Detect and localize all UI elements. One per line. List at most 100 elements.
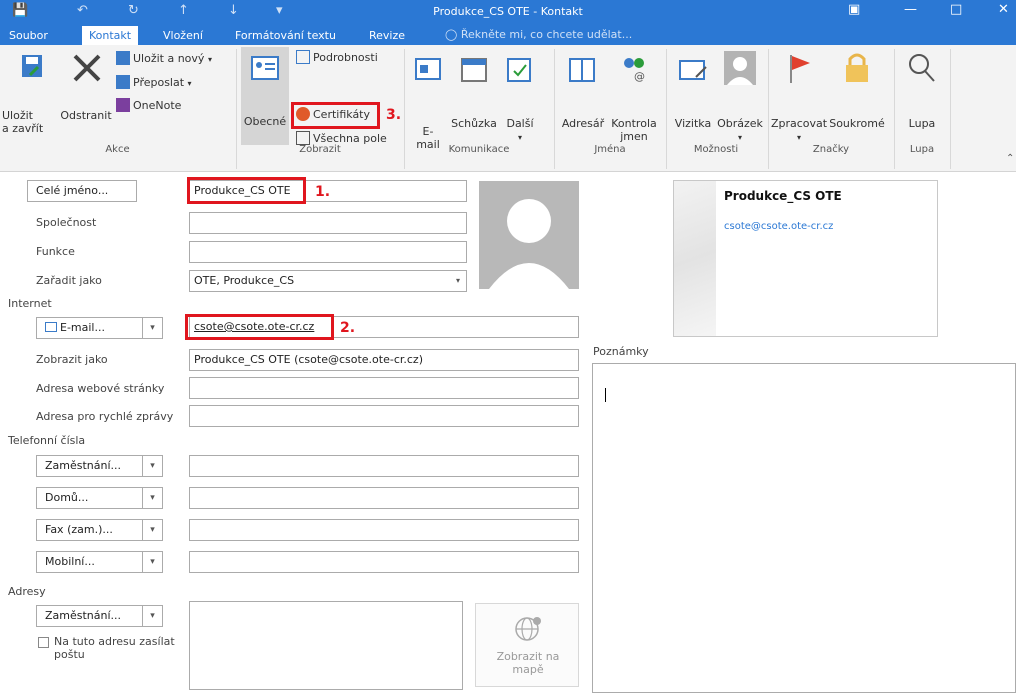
notes-label: Poznámky [593, 345, 649, 358]
chevron-down-icon: ▾ [150, 493, 155, 503]
collapse-ribbon-icon[interactable]: ⌃ [1006, 153, 1014, 164]
web-address-input[interactable] [189, 377, 579, 399]
job-title-label: Funkce [36, 245, 75, 258]
mailing-address-checkbox[interactable] [38, 637, 49, 648]
calendar-icon [461, 58, 487, 82]
picture-button[interactable]: Obrázek ▾ [716, 47, 764, 145]
internet-section-label: Internet [8, 297, 52, 310]
im-address-label: Adresa pro rychlé zprávy [36, 410, 174, 423]
address-type-button[interactable]: Zaměstnání... [36, 605, 143, 627]
details-button[interactable]: Podrobnosti [296, 50, 378, 66]
phone-business-input[interactable] [189, 455, 579, 477]
save-close-button[interactable]: Uložit a zavřít [0, 47, 58, 147]
private-button[interactable]: Soukromé [828, 47, 886, 145]
globe-pin-icon [515, 617, 541, 641]
task-contact-icon [507, 58, 531, 82]
file-as-select[interactable]: OTE, Produkce_CS ▾ [189, 270, 467, 292]
chevron-down-icon: ▾ [150, 611, 155, 621]
svg-text:@: @ [634, 70, 645, 83]
onenote-button[interactable]: OneNote [116, 98, 181, 114]
tab-vlozeni[interactable]: Vložení [156, 26, 210, 45]
mailing-address-label: Na tuto adresu zasílat poštu [54, 635, 175, 661]
delete-button[interactable]: Odstranit [58, 47, 114, 147]
display-as-input[interactable]: Produkce_CS OTE (csote@csote.ote-cr.cz) [189, 349, 579, 371]
maximize-icon[interactable]: □ [950, 2, 962, 17]
phone-business-button[interactable]: Zaměstnání... [36, 455, 143, 477]
save-close-icon [22, 55, 42, 77]
display-as-label: Zobrazit jako [36, 353, 108, 366]
follow-up-button[interactable]: Zpracovat ▾ [770, 47, 828, 145]
phone-mobile-button[interactable]: Mobilní... [36, 551, 143, 573]
close-icon[interactable]: ✕ [998, 2, 1009, 17]
onenote-icon [116, 98, 130, 112]
phone-home-input[interactable] [189, 487, 579, 509]
group-label-znacky: Značky [812, 144, 850, 155]
phone-home-dropdown[interactable]: ▾ [142, 487, 163, 509]
tab-revize[interactable]: Revize [362, 26, 412, 45]
annotation-number-2: 2. [340, 320, 356, 336]
phone-fax-button[interactable]: Fax (zam.)... [36, 519, 143, 541]
phone-home-button[interactable]: Domů... [36, 487, 143, 509]
forward-button[interactable]: Přeposlat ▾ [116, 75, 192, 91]
flag-icon [790, 55, 810, 83]
more-communicate-button[interactable]: Další ▾ [500, 47, 540, 145]
magnifier-icon [909, 54, 935, 82]
tab-kontakt[interactable]: Kontakt [82, 26, 139, 45]
notes-textarea[interactable] [592, 363, 1016, 693]
contact-photo[interactable] [479, 181, 579, 289]
address-type-dropdown[interactable]: ▾ [142, 605, 163, 627]
ribbon: Uložit a zavřít Odstranit Uložit a nový … [0, 45, 1016, 172]
ribbon-display-icon[interactable]: ▣ [848, 2, 860, 17]
file-as-label: Zařadit jako [36, 274, 102, 287]
chevron-down-icon: ▾ [737, 133, 742, 142]
general-view-button[interactable]: Obecné [241, 47, 289, 145]
email-button[interactable]: E- mail [408, 47, 448, 151]
phone-fax-dropdown[interactable]: ▾ [142, 519, 163, 541]
group-separator [894, 49, 895, 169]
email-type-button[interactable]: E-mail... [36, 317, 143, 339]
address-book-button[interactable]: Adresář [558, 47, 608, 145]
meeting-button[interactable]: Schůzka [450, 47, 498, 145]
tell-me-search[interactable]: ◯ Řekněte mi, co chcete udělat... [445, 28, 632, 41]
address-textarea[interactable] [189, 601, 463, 690]
check-names-button[interactable]: @ Kontrola jmen [608, 47, 660, 145]
group-label-lupa: Lupa [909, 144, 935, 155]
title-bar: 💾 ↶ ↻ ↑ ↓ ▾ Produkce_CS OTE - Kontakt ▣ … [0, 0, 1016, 24]
full-name-button[interactable]: Celé jméno... [27, 180, 137, 202]
person-picture-icon [724, 51, 756, 85]
annotation-number-3: 3. [386, 107, 402, 123]
business-card-name: Produkce_CS OTE [724, 189, 842, 203]
company-label: Společnost [36, 216, 97, 229]
business-card-button[interactable]: Vizitka [668, 47, 718, 145]
annotation-number-1: 1. [315, 184, 331, 200]
tab-soubor[interactable]: Soubor [2, 26, 55, 45]
business-card-preview[interactable]: Produkce_CS OTE csote@csote.ote-cr.cz [673, 180, 938, 337]
business-card-graphic [674, 181, 716, 336]
company-input[interactable] [189, 212, 467, 234]
job-title-input[interactable] [189, 241, 467, 263]
group-separator [236, 49, 237, 169]
chevron-down-icon: ▾ [796, 133, 801, 142]
lightbulb-icon: ◯ [445, 28, 458, 41]
save-new-button[interactable]: Uložit a nový ▾ [116, 51, 212, 67]
chevron-down-icon: ▾ [150, 323, 155, 333]
email-card-icon [45, 322, 57, 332]
chevron-down-icon: ▾ [150, 461, 155, 471]
phone-mobile-input[interactable] [189, 551, 579, 573]
minimize-icon[interactable]: — [904, 2, 917, 17]
zoom-button[interactable]: Lupa [898, 47, 946, 145]
phone-business-dropdown[interactable]: ▾ [142, 455, 163, 477]
chevron-down-icon: ▾ [150, 525, 155, 535]
highlight-box-email [185, 314, 334, 340]
address-book-icon [569, 58, 595, 82]
show-on-map-button[interactable]: Zobrazit na mapě [475, 603, 579, 687]
chevron-down-icon: ▾ [187, 79, 192, 88]
text-cursor [605, 388, 606, 402]
highlight-box-full-name [187, 177, 306, 204]
email-type-dropdown[interactable]: ▾ [142, 317, 163, 339]
phone-mobile-dropdown[interactable]: ▾ [142, 551, 163, 573]
phone-fax-input[interactable] [189, 519, 579, 541]
group-label-akce: Akce [105, 144, 130, 155]
tab-formatovani-textu[interactable]: Formátování textu [228, 26, 343, 45]
im-address-input[interactable] [189, 405, 579, 427]
